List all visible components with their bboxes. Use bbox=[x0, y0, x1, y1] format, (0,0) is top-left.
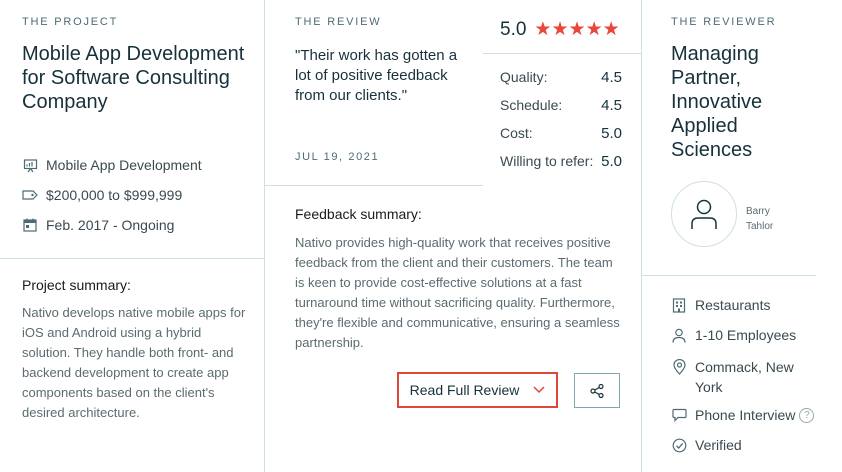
score-label: Cost: bbox=[500, 125, 533, 141]
star-icon: ★ bbox=[602, 19, 620, 40]
project-title: Mobile App Development for Software Cons… bbox=[22, 43, 245, 113]
score-quality: Quality: 4.5 bbox=[500, 69, 622, 86]
location-pin-icon bbox=[671, 359, 687, 375]
score-label: Schedule: bbox=[500, 97, 563, 113]
reviewer-last-name: Tahlor bbox=[746, 221, 774, 232]
review-divider bbox=[265, 185, 483, 186]
reviewer-divider bbox=[642, 275, 816, 276]
column-divider-left bbox=[264, 0, 265, 472]
presentation-icon bbox=[22, 157, 38, 173]
review-eyebrow: THE REVIEW bbox=[295, 16, 382, 28]
star-icon: ★ bbox=[568, 19, 586, 40]
reviewer-eyebrow: THE REVIEWER bbox=[671, 16, 777, 28]
location-row: Commack, New York bbox=[671, 357, 805, 397]
score-cost: Cost: 5.0 bbox=[500, 125, 622, 142]
person-icon bbox=[671, 327, 687, 343]
project-divider bbox=[0, 258, 264, 259]
avatar bbox=[671, 181, 737, 247]
employees-label: 1-10 Employees bbox=[695, 327, 797, 343]
feedback-summary-text: Nativo provides high-quality work that r… bbox=[295, 235, 620, 350]
employees-row: 1-10 Employees bbox=[671, 327, 796, 343]
score-willing-to-refer: Willing to refer: 5.0 bbox=[500, 153, 622, 170]
service-label: Mobile App Development bbox=[46, 157, 202, 173]
score-label: Willing to refer: bbox=[500, 153, 594, 169]
read-full-review-button[interactable]: Read Full Review bbox=[397, 372, 558, 408]
overall-rating: 5.0 ★★★★★ bbox=[500, 18, 620, 41]
building-icon bbox=[671, 297, 687, 313]
reviewer-first-name: Barry bbox=[746, 206, 770, 217]
column-divider-right bbox=[641, 0, 642, 472]
review-quote: "Their work has gotten a lot of positive… bbox=[295, 47, 458, 104]
chevron-down-icon bbox=[533, 386, 545, 394]
star-rating: ★★★★★ bbox=[534, 18, 619, 41]
help-icon[interactable]: ? bbox=[799, 407, 815, 423]
service-row: Mobile App Development bbox=[22, 157, 202, 173]
rating-divider bbox=[483, 53, 641, 54]
timeline-row: Feb. 2017 - Ongoing bbox=[22, 217, 174, 233]
budget-row: $200,000 to $999,999 bbox=[22, 187, 182, 203]
share-icon bbox=[589, 383, 605, 399]
verified-row: Verified bbox=[671, 437, 742, 453]
read-full-review-label: Read Full Review bbox=[409, 382, 520, 398]
score-value: 4.5 bbox=[601, 69, 622, 86]
project-summary-heading: Project summary: bbox=[22, 277, 131, 293]
project-eyebrow: THE PROJECT bbox=[22, 16, 119, 28]
calendar-icon bbox=[22, 217, 38, 233]
industry-label: Restaurants bbox=[695, 297, 771, 313]
review-date: JUL 19, 2021 bbox=[295, 151, 380, 163]
budget-label: $200,000 to $999,999 bbox=[46, 187, 183, 203]
score-label: Quality: bbox=[500, 69, 548, 85]
verified-label: Verified bbox=[695, 437, 742, 453]
project-summary-text: Nativo develops native mobile apps for i… bbox=[22, 305, 246, 420]
score-value: 5.0 bbox=[601, 125, 622, 142]
reviewer-title: Managing Partner, Innovative Applied Sci… bbox=[671, 43, 763, 161]
share-button[interactable] bbox=[574, 373, 620, 408]
timeline-label: Feb. 2017 - Ongoing bbox=[46, 217, 175, 233]
star-icon: ★ bbox=[585, 19, 603, 40]
reviewer-name: Barry Tahlor bbox=[746, 204, 773, 234]
review-type-label: Phone Interview bbox=[695, 407, 796, 423]
star-icon: ★ bbox=[551, 19, 569, 40]
price-tag-icon bbox=[22, 187, 38, 203]
chat-bubble-icon bbox=[671, 407, 687, 423]
star-icon: ★ bbox=[534, 19, 552, 40]
review-type-row: Phone Interview ? bbox=[671, 407, 815, 423]
overall-score: 5.0 bbox=[500, 18, 527, 40]
user-icon bbox=[689, 198, 719, 230]
score-value: 5.0 bbox=[601, 153, 622, 170]
location-label: Commack, New York bbox=[695, 359, 794, 395]
score-value: 4.5 bbox=[601, 97, 622, 114]
feedback-summary-heading: Feedback summary: bbox=[295, 206, 422, 222]
score-schedule: Schedule: 4.5 bbox=[500, 97, 622, 114]
industry-row: Restaurants bbox=[671, 297, 770, 313]
check-circle-icon bbox=[671, 437, 687, 453]
